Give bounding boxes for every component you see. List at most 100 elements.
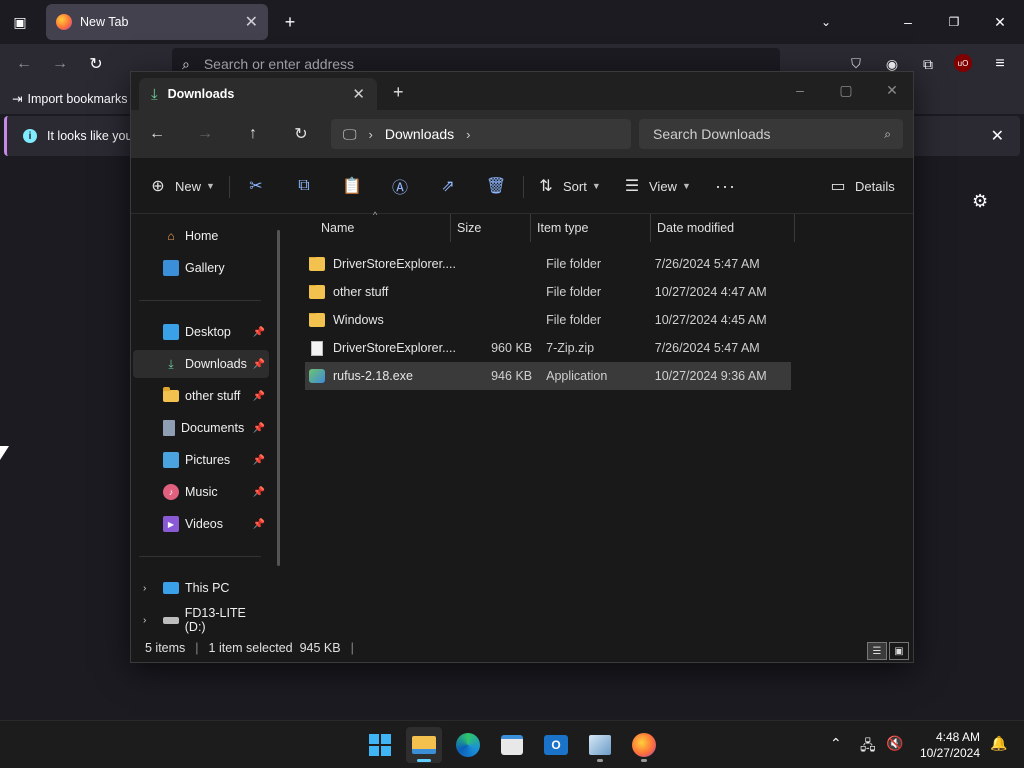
column-header-name[interactable]: Name ^ bbox=[315, 210, 451, 242]
edge-taskbar-button[interactable] bbox=[450, 727, 486, 763]
nav-item-home[interactable]: ⌂ Home bbox=[133, 222, 269, 250]
pin-icon[interactable]: 📌 bbox=[253, 519, 265, 530]
file-row[interactable]: other stuff File folder 10/27/2024 4:47 … bbox=[305, 278, 791, 306]
file-row[interactable]: DriverStoreExplorer.... File folder 7/26… bbox=[305, 250, 791, 278]
address-bar[interactable]: 🖵 › Downloads › bbox=[331, 119, 631, 149]
pin-icon[interactable]: 📌 bbox=[253, 359, 265, 370]
ublock-icon[interactable]: uO bbox=[954, 54, 972, 72]
paste-button[interactable]: 📋 bbox=[342, 172, 362, 200]
nav-item-documents[interactable]: Documents 📌 bbox=[133, 414, 269, 442]
pin-icon[interactable]: 📌 bbox=[253, 327, 265, 338]
nav-item-videos[interactable]: ▶ Videos 📌 bbox=[133, 510, 269, 538]
minimize-button[interactable]: – bbox=[898, 12, 918, 32]
divider: | bbox=[350, 641, 354, 655]
search-input[interactable]: Search Downloads ⌕ bbox=[639, 119, 903, 149]
refresh-icon[interactable]: ↻ bbox=[285, 120, 317, 148]
more-options-button[interactable]: ··· bbox=[715, 172, 736, 200]
file-date: 7/26/2024 5:47 AM bbox=[654, 257, 760, 271]
volume-muted-icon[interactable]: 🔇 bbox=[886, 735, 903, 752]
search-icon: ⌕ bbox=[182, 55, 190, 72]
back-icon[interactable]: ← bbox=[141, 120, 173, 148]
breadcrumb[interactable]: Downloads bbox=[385, 126, 454, 142]
gear-icon[interactable]: ⚙ bbox=[972, 191, 988, 212]
copy-button[interactable]: ⧉ bbox=[295, 172, 313, 200]
nav-item-label: Home bbox=[185, 229, 219, 243]
column-header-size[interactable]: Size bbox=[451, 214, 531, 242]
delete-button[interactable]: 🗑 bbox=[486, 172, 506, 200]
rufus-taskbar-button[interactable] bbox=[582, 727, 618, 763]
nav-item-desktop[interactable]: Desktop 📌 bbox=[133, 318, 269, 346]
active-indicator bbox=[417, 759, 431, 762]
pin-icon[interactable]: 📌 bbox=[253, 487, 265, 498]
chevron-right-icon[interactable]: › bbox=[143, 615, 146, 626]
start-button[interactable] bbox=[362, 727, 398, 763]
pin-icon[interactable]: 📌 bbox=[253, 455, 265, 466]
nav-item-gallery[interactable]: Gallery bbox=[133, 254, 269, 282]
scrollbar[interactable] bbox=[277, 230, 280, 566]
file-row[interactable]: Windows File folder 10/27/2024 4:45 AM bbox=[305, 306, 791, 334]
extensions-icon[interactable]: ⧉ bbox=[918, 54, 938, 74]
forward-icon[interactable]: → bbox=[189, 120, 221, 148]
outlook-taskbar-button[interactable]: O bbox=[538, 727, 574, 763]
chevron-down-icon: ▼ bbox=[206, 181, 215, 191]
column-header-date[interactable]: Date modified bbox=[651, 214, 795, 242]
new-button[interactable]: ⊕ New ▼ bbox=[149, 172, 215, 200]
nav-item-music[interactable]: ♪ Music 📌 bbox=[133, 478, 269, 506]
rename-button[interactable]: Ⓐ bbox=[391, 172, 409, 200]
nav-item-this-pc[interactable]: › This PC bbox=[133, 574, 269, 602]
notification-text: It looks like you bbox=[47, 129, 133, 143]
file-type: Application bbox=[546, 369, 608, 383]
outlook-icon: O bbox=[544, 735, 568, 755]
network-icon[interactable]: 🖧 bbox=[860, 735, 876, 759]
file-row[interactable]: DriverStoreExplorer.... 960 KB 7-Zip.zip… bbox=[305, 334, 791, 362]
tab-list-icon[interactable]: ▣ bbox=[10, 12, 30, 32]
nav-item-downloads[interactable]: ⤓ Downloads 📌 bbox=[133, 350, 269, 378]
details-view-button[interactable]: ☰ bbox=[867, 642, 887, 660]
close-notification-icon[interactable]: ✕ bbox=[991, 126, 1004, 146]
tiles-view-button[interactable]: ▣ bbox=[889, 642, 909, 660]
close-window-button[interactable]: ✕ bbox=[869, 76, 915, 104]
chevron-right-icon[interactable]: › bbox=[466, 127, 470, 142]
pin-icon[interactable]: 📌 bbox=[253, 423, 265, 434]
file-explorer-taskbar-button[interactable] bbox=[406, 727, 442, 763]
close-window-button[interactable]: ✕ bbox=[990, 12, 1010, 32]
column-header-type[interactable]: Item type bbox=[531, 214, 651, 242]
explorer-titlebar: ⤓ Downloads ✕ + – ▢ ✕ bbox=[131, 72, 913, 110]
system-clock[interactable]: 4:48 AM 10/27/2024 bbox=[914, 729, 980, 761]
forward-icon[interactable]: → bbox=[50, 54, 70, 74]
cut-button[interactable]: ✂ bbox=[247, 172, 265, 200]
new-tab-button[interactable]: + bbox=[280, 12, 300, 32]
notification-bell-icon[interactable]: 🔔 bbox=[990, 735, 1007, 752]
nav-item-pictures[interactable]: Pictures 📌 bbox=[133, 446, 269, 474]
chevron-down-icon: ▼ bbox=[591, 181, 601, 191]
tab-overflow-chevron-icon[interactable]: ⌄ bbox=[816, 12, 836, 32]
menu-icon[interactable]: ≡ bbox=[990, 54, 1010, 74]
explorer-tab[interactable]: ⤓ Downloads ✕ bbox=[139, 78, 377, 110]
back-icon[interactable]: ← bbox=[14, 54, 34, 74]
pin-icon[interactable]: 📌 bbox=[253, 391, 265, 402]
chevron-right-icon[interactable]: › bbox=[143, 583, 146, 594]
details-button[interactable]: ▭ Details bbox=[829, 172, 894, 200]
close-tab-icon[interactable]: ✕ bbox=[245, 12, 258, 32]
up-icon[interactable]: ↑ bbox=[237, 120, 269, 148]
file-row[interactable]: rufus-2.18.exe 946 KB Application 10/27/… bbox=[305, 362, 791, 390]
close-tab-icon[interactable]: ✕ bbox=[352, 85, 365, 103]
minimize-button[interactable]: – bbox=[777, 76, 823, 104]
selection-info: 1 item selected 945 KB bbox=[208, 641, 341, 655]
maximize-button[interactable]: ▢ bbox=[823, 76, 869, 104]
share-button[interactable]: ⇗ bbox=[439, 172, 457, 200]
zip-file-icon bbox=[311, 340, 323, 356]
restore-button[interactable]: ❐ bbox=[944, 12, 964, 32]
import-bookmarks-button[interactable]: ⇥ Import bookmarks bbox=[12, 91, 128, 107]
new-tab-button[interactable]: + bbox=[393, 82, 404, 103]
store-taskbar-button[interactable] bbox=[494, 727, 530, 763]
nav-item-other-stuff[interactable]: other stuff 📌 bbox=[133, 382, 269, 410]
show-hidden-icons-chevron-icon[interactable]: ⌃ bbox=[830, 735, 842, 752]
nav-item-drive-d[interactable]: › FD13-LITE (D:) bbox=[133, 606, 269, 634]
file-list: Name ^ Size Item type Date modified Driv… bbox=[289, 210, 913, 634]
firefox-taskbar-button[interactable] bbox=[626, 727, 662, 763]
view-button[interactable]: ☰ View ▼ bbox=[623, 172, 691, 200]
reload-icon[interactable]: ↻ bbox=[86, 54, 106, 74]
browser-tab[interactable]: New Tab ✕ bbox=[46, 4, 268, 40]
sort-button[interactable]: ⇅ Sort ▼ bbox=[537, 172, 601, 200]
